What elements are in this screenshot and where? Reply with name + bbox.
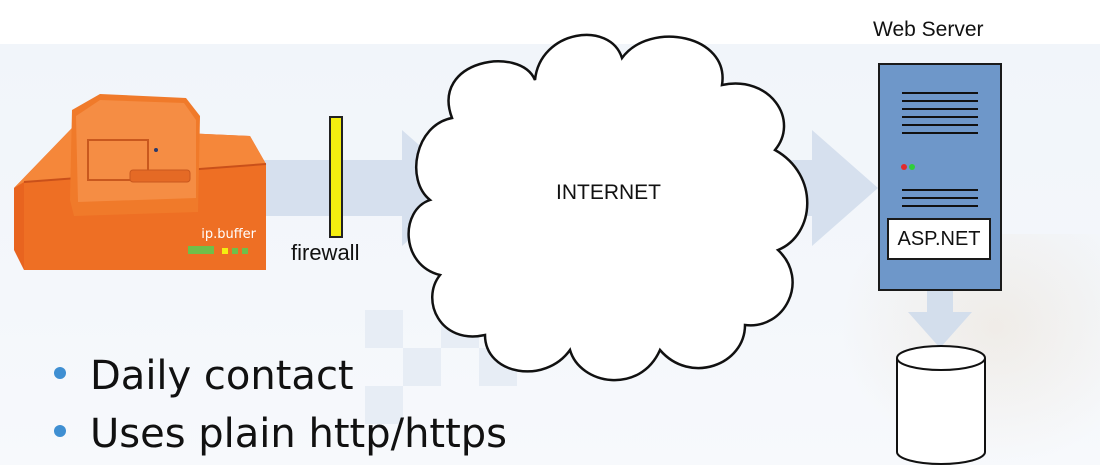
arrow-server-to-database xyxy=(908,290,972,348)
asp-net-label: ASP.NET xyxy=(887,218,991,260)
internet-label: INTERNET xyxy=(556,181,661,204)
device-brand-text: ip.buffer xyxy=(201,227,256,242)
web-server-title: Web Server xyxy=(873,18,984,41)
bullet-dot-icon xyxy=(54,367,66,379)
database-icon xyxy=(896,345,986,465)
server-led-green xyxy=(909,164,915,170)
firewall-bar xyxy=(329,116,343,238)
internet-cloud xyxy=(407,33,809,382)
firewall-label: firewall xyxy=(291,240,360,265)
bullet-dot-icon xyxy=(54,425,66,437)
bullet-text: Uses plain http/https xyxy=(90,411,508,457)
bullet-text: Daily contact xyxy=(90,353,354,399)
ip-buffer-device: ip.buffer xyxy=(14,94,267,270)
server-led-red xyxy=(901,164,907,170)
bullet-item: Uses plain http/https xyxy=(48,406,507,464)
bullet-item: Daily contact xyxy=(48,348,507,406)
bullet-list: Daily contact Uses plain http/https xyxy=(48,348,507,464)
